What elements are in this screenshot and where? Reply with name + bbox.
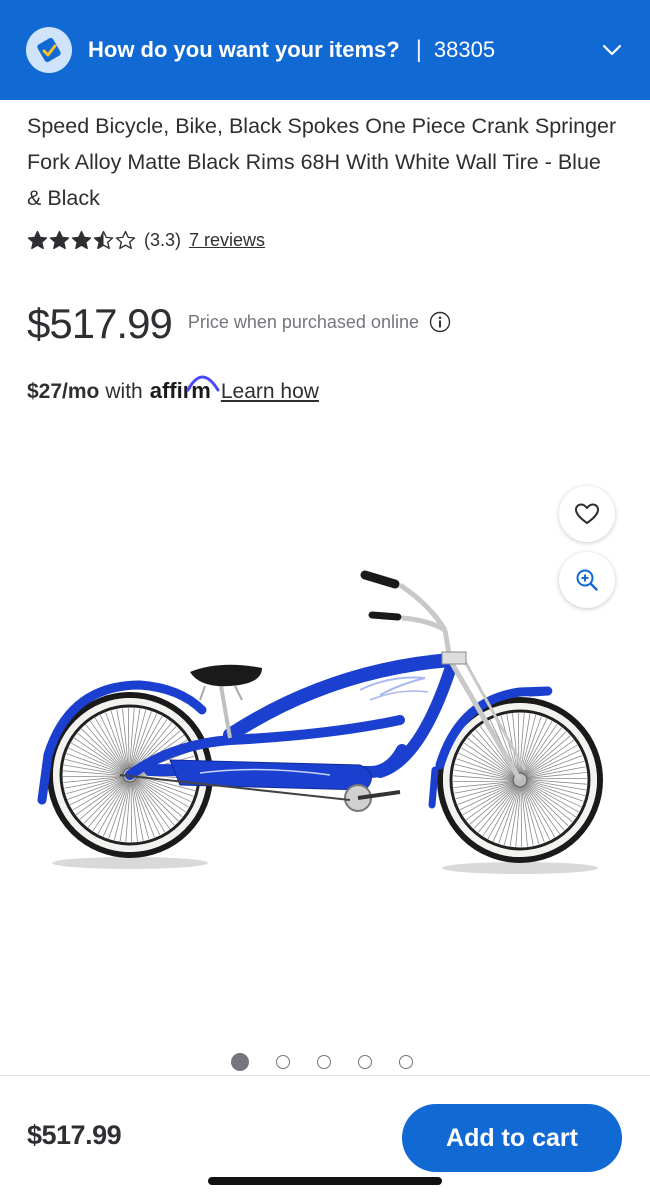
affirm-with-text: with [105,380,143,403]
add-to-cart-button[interactable]: Add to cart [402,1104,622,1172]
star-full-icon [71,230,92,250]
home-indicator [208,1177,442,1185]
product-price: $517.99 [27,300,173,347]
star-full-icon [49,230,70,250]
price-note: Price when purchased online [187,311,419,332]
price-row: $517.99 Price when purchased online [27,300,451,348]
footer-price: $517.99 [27,1120,122,1150]
rating-value: (3.3) [144,229,182,250]
pagination-dot[interactable] [231,1053,249,1071]
pagination-dot[interactable] [276,1055,290,1069]
learn-how-link[interactable]: Learn how [221,380,319,404]
fulfillment-bar[interactable]: How do you want your items? | 38305 [0,0,650,100]
affirm-financing: $27/mo with affirm Learn how [27,375,319,404]
star-full-icon [27,230,48,250]
product-image[interactable] [30,560,620,890]
star-empty-icon [115,230,136,250]
zip-code: 38305 [433,37,496,62]
fulfillment-intent-icon [26,27,72,73]
star-rating [27,230,136,250]
footer-divider [0,1075,650,1076]
pagination-dot[interactable] [317,1055,331,1069]
affirm-logo: affirm [150,375,220,404]
header-separator: | [415,36,422,63]
pagination-dot[interactable] [358,1055,372,1069]
bicycle-image [37,570,603,874]
monthly-payment: $27/mo [27,380,100,403]
rating-row: (3.3) 7 reviews [27,226,265,254]
info-icon[interactable] [429,311,451,333]
chevron-down-icon[interactable] [600,38,624,62]
product-title: Speed Bicycle, Bike, Black Spokes One Pi… [27,114,617,210]
image-pagination [231,1053,413,1071]
heart-icon [575,503,599,524]
star-half-icon [93,230,114,250]
pagination-dot[interactable] [399,1055,413,1069]
fulfillment-question: How do you want your items? [88,37,400,62]
favorite-button[interactable] [559,486,615,542]
reviews-link[interactable]: 7 reviews [189,230,265,251]
